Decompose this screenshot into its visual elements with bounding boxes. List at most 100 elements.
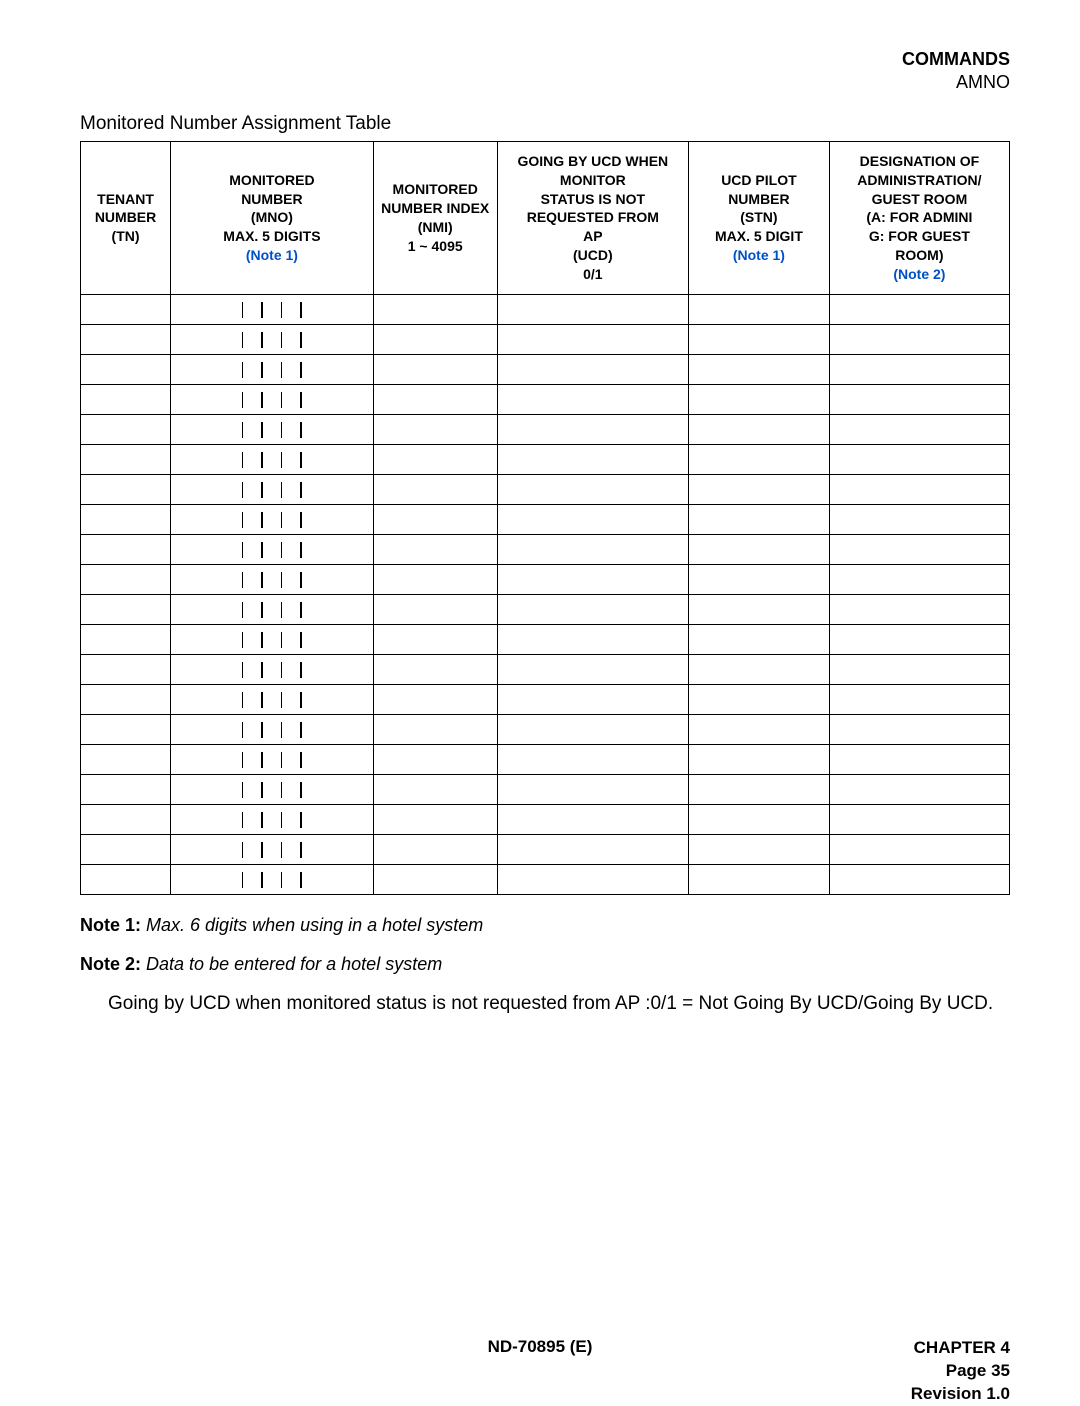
digit-separator — [261, 662, 263, 678]
cell-dag — [829, 295, 1009, 325]
page-footer: ND-70895 (E) CHAPTER 4 Page 35 Revision … — [70, 1337, 1010, 1357]
cell-stn — [689, 715, 830, 745]
cell-mno — [171, 865, 374, 895]
digit-separator — [300, 722, 302, 738]
digit-separator — [281, 512, 283, 528]
digit-separator — [261, 752, 263, 768]
cell-nmi — [373, 835, 497, 865]
table-row — [81, 805, 1010, 835]
commands-label: COMMANDS — [80, 48, 1010, 71]
cell-tn — [81, 565, 171, 595]
note1-link[interactable]: (Note 1) — [246, 247, 298, 263]
digit-separator — [300, 692, 302, 708]
cell-ucd — [497, 535, 688, 565]
cell-stn — [689, 475, 830, 505]
digit-separator — [261, 602, 263, 618]
cell-dag — [829, 625, 1009, 655]
cell-stn — [689, 655, 830, 685]
digit-separator — [242, 872, 244, 888]
amno-label: AMNO — [80, 71, 1010, 94]
cell-mno — [171, 445, 374, 475]
cell-dag — [829, 745, 1009, 775]
cell-dag — [829, 805, 1009, 835]
cell-tn — [81, 445, 171, 475]
cell-nmi — [373, 655, 497, 685]
cell-ucd — [497, 595, 688, 625]
table-row — [81, 685, 1010, 715]
cell-stn — [689, 415, 830, 445]
table-row — [81, 355, 1010, 385]
table-row — [81, 715, 1010, 745]
cell-nmi — [373, 565, 497, 595]
digit-separator — [261, 842, 263, 858]
note2-link[interactable]: (Note 2) — [893, 266, 945, 282]
note1-text: Max. 6 digits when using in a hotel syst… — [146, 915, 483, 935]
table-body — [81, 295, 1010, 895]
digit-separator — [300, 422, 302, 438]
digit-separator — [281, 872, 283, 888]
cell-tn — [81, 775, 171, 805]
cell-dag — [829, 325, 1009, 355]
digit-separator — [242, 302, 244, 318]
cell-mno — [171, 355, 374, 385]
cell-mno — [171, 835, 374, 865]
digit-separator — [281, 692, 283, 708]
digit-separator — [281, 572, 283, 588]
digit-separator — [261, 302, 263, 318]
cell-dag — [829, 865, 1009, 895]
digit-separator — [242, 752, 244, 768]
cell-nmi — [373, 595, 497, 625]
table-row — [81, 595, 1010, 625]
note-2: Note 2: Data to be entered for a hotel s… — [80, 954, 1010, 975]
cell-tn — [81, 685, 171, 715]
digit-separator — [281, 422, 283, 438]
cell-stn — [689, 565, 830, 595]
table-title: Monitored Number Assignment Table — [80, 113, 1010, 135]
cell-dag — [829, 505, 1009, 535]
digit-separator — [261, 722, 263, 738]
digit-separator — [242, 692, 244, 708]
cell-stn — [689, 295, 830, 325]
cell-mno — [171, 625, 374, 655]
digit-separator — [242, 842, 244, 858]
cell-dag — [829, 715, 1009, 745]
cell-dag — [829, 685, 1009, 715]
digit-separator — [281, 482, 283, 498]
cell-mno — [171, 805, 374, 835]
digit-separator — [242, 362, 244, 378]
cell-dag — [829, 655, 1009, 685]
assignment-table: TENANT NUMBER (TN) MONITORED NUMBER (MNO… — [80, 141, 1010, 895]
digit-separator — [300, 362, 302, 378]
digit-separator — [300, 452, 302, 468]
digit-separator — [261, 392, 263, 408]
cell-dag — [829, 535, 1009, 565]
digit-separator — [261, 632, 263, 648]
cell-ucd — [497, 655, 688, 685]
digit-separator — [242, 602, 244, 618]
col-header-nmi: MONITORED NUMBER INDEX (NMI) 1 ~ 4095 — [373, 141, 497, 294]
footer-right-block: CHAPTER 4 Page 35 Revision 1.0 — [911, 1337, 1010, 1406]
digit-separator — [300, 632, 302, 648]
digit-separator — [261, 572, 263, 588]
digit-separator — [242, 722, 244, 738]
cell-mno — [171, 685, 374, 715]
digit-separator — [300, 782, 302, 798]
digit-separator — [261, 512, 263, 528]
digit-separator — [300, 482, 302, 498]
digit-separator — [261, 692, 263, 708]
cell-tn — [81, 655, 171, 685]
cell-nmi — [373, 745, 497, 775]
note1-link[interactable]: (Note 1) — [733, 247, 785, 263]
cell-ucd — [497, 565, 688, 595]
cell-nmi — [373, 685, 497, 715]
digit-separator — [281, 362, 283, 378]
table-header-row: TENANT NUMBER (TN) MONITORED NUMBER (MNO… — [81, 141, 1010, 294]
digit-separator — [242, 482, 244, 498]
digit-separator — [261, 782, 263, 798]
digit-separator — [281, 602, 283, 618]
digit-separator — [300, 572, 302, 588]
col-header-dag: DESIGNATION OF ADMINISTRATION/ GUEST ROO… — [829, 141, 1009, 294]
col-header-ucd: GOING BY UCD WHEN MONITOR STATUS IS NOT … — [497, 141, 688, 294]
cell-mno — [171, 385, 374, 415]
digit-separator — [300, 872, 302, 888]
